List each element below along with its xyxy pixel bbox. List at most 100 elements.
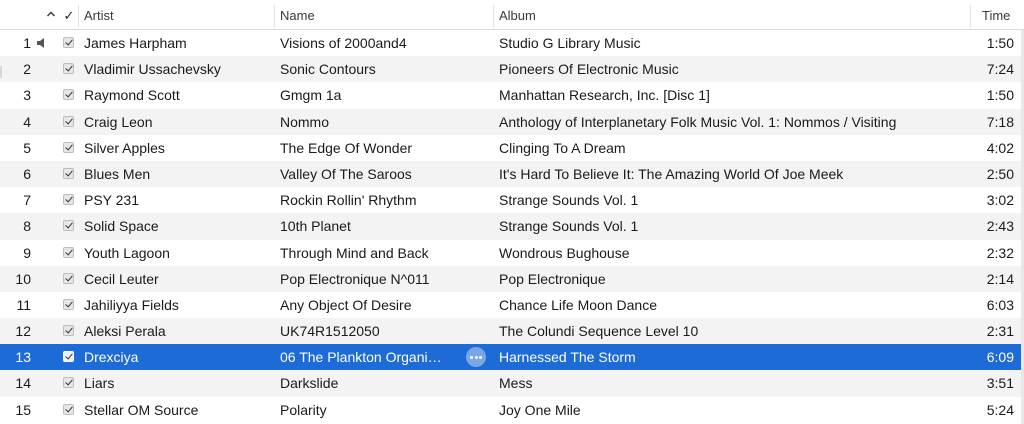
track-number: 9 [23, 244, 31, 261]
checkmark-icon[interactable] [63, 167, 74, 179]
checkmark-icon[interactable] [63, 272, 74, 284]
column-divider[interactable] [970, 5, 971, 27]
album-cell: Strange Sounds Vol. 1 [499, 192, 639, 209]
track-checkbox[interactable] [63, 213, 76, 239]
table-row[interactable]: 1 James Harpham Visions of 2000and4 Studio … [0, 30, 1024, 56]
checkmark-icon[interactable] [63, 63, 74, 75]
checkmark-icon[interactable] [63, 246, 74, 258]
checkmark-icon[interactable] [63, 377, 74, 389]
track-checkbox[interactable] [63, 292, 76, 318]
table-row[interactable]: 15 Stellar OM Source Polarity Joy One Mile 5… [0, 397, 1024, 423]
column-header-bar: ✓ Artist Name Album Time [0, 0, 1024, 30]
table-row[interactable]: 2 Vladimir Ussachevsky Sonic Contours Pione… [0, 56, 1024, 83]
album-cell: Manhattan Research, Inc. [Disc 1] [499, 87, 710, 104]
speaker-icon [36, 30, 50, 56]
column-header-artist[interactable]: Artist [84, 0, 114, 30]
time-cell: 2:32 [986, 244, 1014, 261]
checkmark-icon[interactable] [63, 325, 74, 337]
track-checkbox[interactable] [63, 135, 76, 161]
artist-cell: Drexciya [84, 349, 139, 366]
track-number: 10 [15, 270, 31, 287]
album-cell: The Colundi Sequence Level 10 [499, 323, 699, 340]
name-cell: The Edge Of Wonder [280, 139, 413, 156]
artist-cell: Stellar OM Source [84, 401, 199, 418]
album-cell: Mess [499, 375, 533, 392]
track-checkbox[interactable] [63, 161, 76, 187]
more-options-button[interactable] [466, 344, 486, 370]
track-number: 6 [23, 165, 31, 182]
track-checkbox[interactable] [63, 109, 76, 135]
track-checkbox[interactable] [63, 187, 76, 213]
track-checkbox[interactable] [63, 344, 76, 370]
table-row[interactable]: 11 Jahiliyya Fields Any Object Of Desire Ch… [0, 292, 1024, 318]
track-checkbox[interactable] [63, 56, 76, 82]
table-row[interactable]: 4 Craig Leon Nommo Anthology of Interplanet… [0, 108, 1024, 135]
name-cell: Through Mind and Back [280, 244, 429, 261]
column-header-time[interactable]: Time [982, 0, 1010, 30]
artist-cell: Craig Leon [84, 113, 153, 130]
checkmark-icon[interactable] [63, 37, 74, 48]
artist-cell: Blues Men [84, 165, 151, 182]
track-checkbox[interactable] [63, 240, 76, 266]
checkmark-icon[interactable] [63, 194, 74, 206]
table-row[interactable]: 10 Cecil Leuter Pop Electronique N^011 Pop … [0, 265, 1024, 292]
checkmark-icon[interactable] [63, 351, 74, 363]
table-row[interactable]: 14 Liars Darkslide Mess 3:51 [0, 370, 1024, 397]
artist-cell: Aleksi Perala [84, 323, 166, 340]
table-row[interactable]: 9 Youth Lagoon Through Mind and Back Wondro… [0, 240, 1024, 266]
track-number: 8 [23, 218, 31, 235]
artist-cell: Liars [84, 375, 115, 392]
name-cell: Valley Of The Saroos [280, 165, 412, 182]
name-cell: 06 The Plankton Organi… [280, 349, 442, 366]
track-checkbox[interactable] [63, 266, 76, 292]
column-divider[interactable] [78, 5, 79, 27]
table-row[interactable]: 5 Silver Apples The Edge Of Wonder Clinging… [0, 135, 1024, 161]
name-cell: UK74R1512050 [280, 323, 380, 340]
table-row[interactable]: 7 PSY 231 Rockin Rollin' Rhythm Strange Sou… [0, 187, 1024, 213]
artist-cell: Solid Space [84, 218, 159, 235]
column-divider[interactable] [274, 5, 275, 27]
column-header-album[interactable]: Album [499, 0, 536, 30]
time-cell: 6:03 [986, 296, 1014, 313]
table-row[interactable]: 3 Raymond Scott Gmgm 1a Manhattan Research,… [0, 82, 1024, 108]
album-cell: Harnessed The Storm [499, 349, 636, 366]
track-checkbox[interactable] [63, 397, 76, 423]
track-number: 12 [15, 323, 31, 340]
album-cell: Strange Sounds Vol. 1 [499, 218, 639, 235]
checkmark-icon[interactable] [63, 298, 74, 310]
column-divider[interactable] [493, 5, 494, 27]
track-number: 3 [23, 87, 31, 104]
checkmark-icon[interactable] [63, 141, 74, 153]
table-row[interactable]: 13 Drexciya 06 The Plankton Organi… Harness… [0, 344, 1024, 371]
track-checkbox[interactable] [63, 30, 76, 56]
name-cell: Gmgm 1a [280, 87, 342, 104]
checkmark-icon[interactable] [63, 115, 74, 127]
time-cell: 2:50 [986, 165, 1014, 182]
track-number: 15 [15, 401, 31, 418]
track-number: 1 [23, 35, 31, 51]
checkmark-icon[interactable] [63, 89, 74, 101]
track-checkbox[interactable] [63, 82, 76, 108]
track-number: 2 [23, 61, 31, 78]
album-cell: It's Hard To Believe It: The Amazing Wor… [499, 165, 844, 182]
table-row[interactable]: 8 Solid Space 10th Planet Strange Sounds Vo… [0, 213, 1024, 240]
chevron-up-icon[interactable] [44, 0, 58, 30]
track-number: 11 [16, 296, 31, 313]
track-checkbox[interactable] [63, 370, 76, 396]
table-row[interactable]: 6 Blues Men Valley Of The Saroos It's Hard … [0, 160, 1024, 188]
song-list-table: ✓ Artist Name Album Time 1 James Harpham V… [0, 0, 1024, 424]
track-checkbox[interactable] [63, 318, 76, 344]
name-cell: Nommo [280, 113, 330, 130]
time-cell: 2:14 [986, 270, 1014, 287]
column-header-name[interactable]: Name [280, 0, 315, 30]
name-cell: Visions of 2000and4 [280, 35, 407, 51]
table-row[interactable]: 12 Aleksi Perala UK74R1512050 The Colundi S… [0, 318, 1024, 345]
checkmark-icon[interactable] [63, 403, 74, 415]
artist-cell: James Harpham [84, 35, 187, 51]
ellipsis-icon[interactable] [466, 347, 486, 368]
album-cell: Chance Life Moon Dance [499, 296, 657, 313]
checkmark-icon[interactable] [63, 220, 74, 232]
time-cell: 3:02 [986, 192, 1014, 209]
check-column-header[interactable]: ✓ [62, 0, 76, 30]
name-cell: 10th Planet [280, 218, 351, 235]
